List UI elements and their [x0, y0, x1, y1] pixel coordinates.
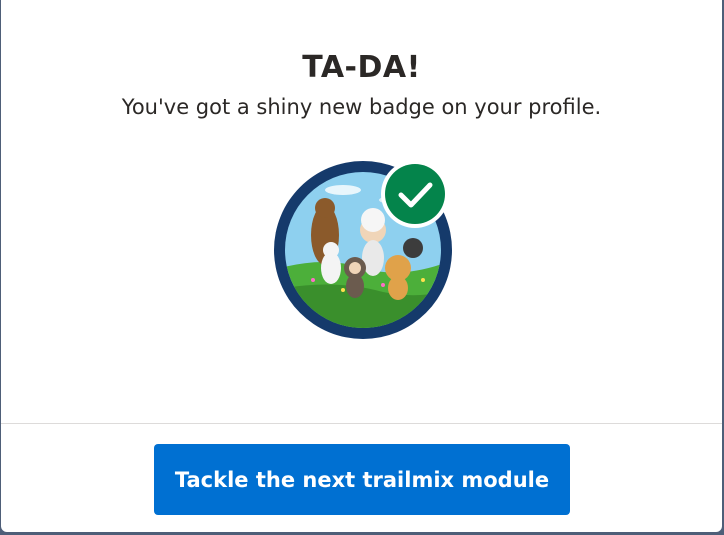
- checkmark-icon: [381, 160, 449, 228]
- next-trailmix-module-button[interactable]: Tackle the next trailmix module: [154, 444, 570, 515]
- badge-container: [273, 158, 455, 340]
- footer-divider: [1, 423, 722, 424]
- modal-subtitle: You've got a shiny new badge on your pro…: [121, 95, 602, 119]
- modal-title: TA-DA!: [302, 50, 421, 85]
- badge-earned-modal: TA-DA! You've got a shiny new badge on y…: [1, 0, 722, 532]
